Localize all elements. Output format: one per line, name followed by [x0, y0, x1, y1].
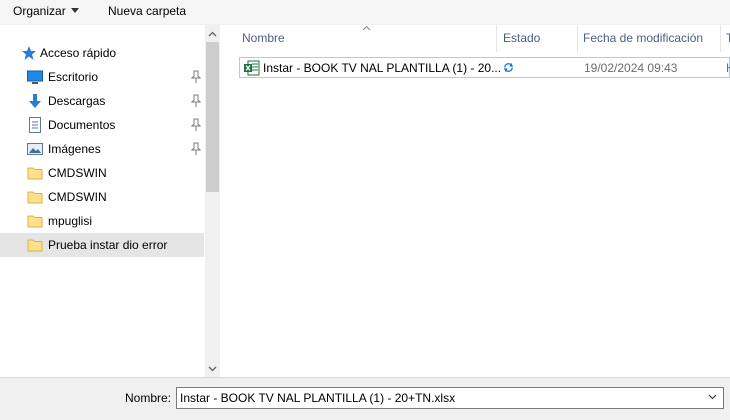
- desktop-icon: [27, 70, 43, 84]
- chevron-down-icon: [70, 8, 79, 13]
- nav-item-pictures[interactable]: Imágenes: [0, 137, 204, 161]
- nav-item-folder-selected[interactable]: Prueba instar dio error: [0, 233, 204, 257]
- nav-item-label: Prueba instar dio error: [48, 238, 168, 252]
- file-modified: 19/02/2024 09:43: [584, 61, 678, 75]
- nav-item-label: Acceso rápido: [40, 46, 117, 60]
- nav-item-documents[interactable]: Documentos: [0, 113, 204, 137]
- file-row[interactable]: Instar - BOOK TV NAL PLANTILLA (1) - 20.…: [239, 57, 730, 78]
- excel-icon: [244, 60, 260, 76]
- filename-combobox[interactable]: [176, 387, 724, 409]
- pin-icon[interactable]: [190, 94, 202, 108]
- filename-label: Nombre:: [125, 391, 172, 405]
- nav-item-label: Escritorio: [48, 70, 99, 84]
- file-type: H: [726, 61, 730, 75]
- organize-button[interactable]: Organizar: [13, 3, 79, 19]
- nav-item-label: Imágenes: [48, 142, 101, 156]
- chevron-down-icon[interactable]: [708, 394, 717, 400]
- download-icon: [29, 94, 41, 108]
- folder-icon: [27, 215, 43, 228]
- nav-item-label: Documentos: [48, 118, 116, 132]
- nav-item-folder[interactable]: CMDSWIN: [0, 161, 204, 185]
- column-header-name[interactable]: Nombre: [236, 25, 496, 52]
- filename-bar: Nombre:: [0, 377, 730, 420]
- navigation-pane: Acceso rápido Escritorio Descargas Docum…: [0, 25, 205, 377]
- nav-item-label: mpuglisi: [48, 214, 93, 228]
- folder-icon: [27, 239, 43, 252]
- nav-item-label: CMDSWIN: [48, 166, 107, 180]
- column-header-modified[interactable]: Fecha de modificación: [577, 25, 720, 52]
- nav-item-folder[interactable]: mpuglisi: [0, 209, 204, 233]
- file-list: Nombre Estado Fecha de modificación T In…: [221, 25, 730, 377]
- document-icon: [29, 117, 41, 133]
- nav-item-label: CMDSWIN: [48, 190, 107, 204]
- new-folder-button[interactable]: Nueva carpeta: [108, 3, 186, 19]
- scrollbar-thumb[interactable]: [206, 42, 219, 192]
- folder-icon: [27, 167, 43, 180]
- column-header-type[interactable]: T: [720, 25, 730, 52]
- nav-item-quick-access[interactable]: Acceso rápido: [0, 41, 204, 65]
- pictures-icon: [27, 143, 43, 155]
- pin-icon[interactable]: [190, 118, 202, 132]
- star-icon: [22, 46, 36, 60]
- scroll-down-icon[interactable]: [208, 364, 217, 373]
- pin-icon[interactable]: [190, 70, 202, 84]
- pin-icon[interactable]: [190, 142, 202, 156]
- column-header-status[interactable]: Estado: [497, 25, 577, 52]
- filename-input[interactable]: [180, 390, 700, 406]
- command-bar: Organizar Nueva carpeta: [0, 0, 730, 25]
- scroll-up-icon[interactable]: [208, 30, 217, 39]
- nav-item-downloads[interactable]: Descargas: [0, 89, 204, 113]
- organize-label: Organizar: [13, 4, 66, 18]
- nav-scrollbar[interactable]: [205, 25, 220, 377]
- file-name: Instar - BOOK TV NAL PLANTILLA (1) - 20.…: [263, 61, 502, 75]
- nav-item-folder[interactable]: CMDSWIN: [0, 185, 204, 209]
- folder-icon: [27, 191, 43, 204]
- sync-icon: [503, 62, 514, 73]
- nav-item-desktop[interactable]: Escritorio: [0, 65, 204, 89]
- nav-item-label: Descargas: [48, 94, 106, 108]
